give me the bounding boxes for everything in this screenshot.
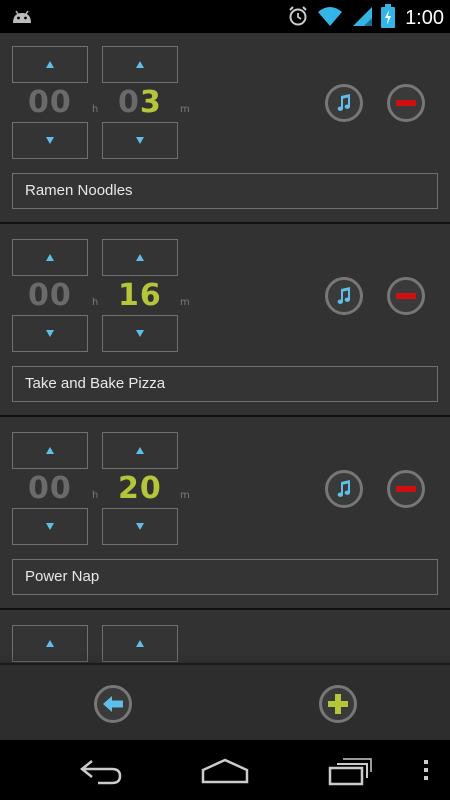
minutes-active-digits: 16 [118,278,162,313]
up-arrow-icon [136,254,144,261]
nav-recent-apps-icon[interactable] [328,756,372,790]
minutes-value: 16 [118,278,162,313]
hours-unit-label: h [92,297,99,308]
down-arrow-icon [46,523,54,530]
timer-item: 00 h 03 m Ramen Noodles [0,33,450,224]
battery-charging-icon [381,4,396,32]
timer-item: 00 h 20 m Power Nap [0,419,450,610]
up-arrow-icon [136,640,144,647]
minutes-decrement-button[interactable] [102,315,178,352]
hours-value: 00 [28,471,72,506]
hours-value: 00 [28,278,72,313]
hours-decrement-button[interactable] [12,122,88,159]
down-arrow-icon [46,137,54,144]
timer-name-field[interactable]: Take and Bake Pizza [12,366,438,402]
minutes-increment-button[interactable] [102,432,178,469]
hours-increment-button[interactable] [12,46,88,83]
status-clock: 1:00 [405,6,444,29]
down-arrow-icon [136,523,144,530]
timer-list[interactable]: 00 h 03 m Ramen Noodles 00 h 16 m Take a… [0,33,450,663]
up-arrow-icon [46,447,54,454]
android-debug-icon [10,5,34,29]
minus-icon [396,100,416,106]
up-arrow-icon [136,61,144,68]
nav-menu-icon[interactable] [423,758,429,786]
minus-icon [396,486,416,492]
hours-unit-label: h [92,490,99,501]
hours-value: 00 [28,85,72,120]
hours-increment-button[interactable] [12,432,88,469]
minutes-decrement-button[interactable] [102,508,178,545]
system-navigation-bar [0,740,450,800]
music-note-icon [337,287,351,304]
sound-button[interactable] [325,84,363,122]
hours-decrement-button[interactable] [12,315,88,352]
sound-button[interactable] [325,470,363,508]
minutes-decrement-button[interactable] [102,122,178,159]
minutes-value: 20 [118,471,162,506]
remove-timer-button[interactable] [387,84,425,122]
music-note-icon [337,480,351,497]
remove-timer-button[interactable] [387,470,425,508]
music-note-icon [337,94,351,111]
remove-timer-button[interactable] [387,277,425,315]
down-arrow-icon [136,330,144,337]
back-arrow-icon [103,696,123,712]
minus-icon [396,293,416,299]
minutes-unit-label: m [180,297,190,308]
wifi-icon [317,5,343,31]
up-arrow-icon [46,254,54,261]
up-arrow-icon [46,61,54,68]
up-arrow-icon [136,447,144,454]
down-arrow-icon [136,137,144,144]
minutes-value: 03 [118,85,162,120]
sound-button[interactable] [325,277,363,315]
add-icon [328,694,348,714]
nav-home-icon[interactable] [200,758,250,788]
minutes-unit-label: m [180,104,190,115]
bottom-action-bar [0,663,450,740]
up-arrow-icon [46,640,54,647]
alarm-icon [287,5,309,31]
status-bar: 1:00 [0,0,450,33]
minutes-active-digits: 20 [118,471,162,506]
minutes-active-digits: 3 [139,85,162,120]
timer-item: 00 h 16 m Take and Bake Pizza [0,226,450,417]
back-button[interactable] [94,685,132,723]
signal-icon [351,5,373,31]
minutes-increment-button[interactable] [102,46,178,83]
list-fade-edge [0,653,450,663]
hours-decrement-button[interactable] [12,508,88,545]
minutes-unit-label: m [180,490,190,501]
minutes-increment-button[interactable] [102,239,178,276]
add-timer-button[interactable] [319,685,357,723]
timer-name-field[interactable]: Power Nap [12,559,438,595]
nav-back-icon[interactable] [78,757,124,789]
timer-name-field[interactable]: Ramen Noodles [12,173,438,209]
down-arrow-icon [46,330,54,337]
hours-increment-button[interactable] [12,239,88,276]
hours-unit-label: h [92,104,99,115]
minutes-leading-digit: 0 [118,85,140,120]
